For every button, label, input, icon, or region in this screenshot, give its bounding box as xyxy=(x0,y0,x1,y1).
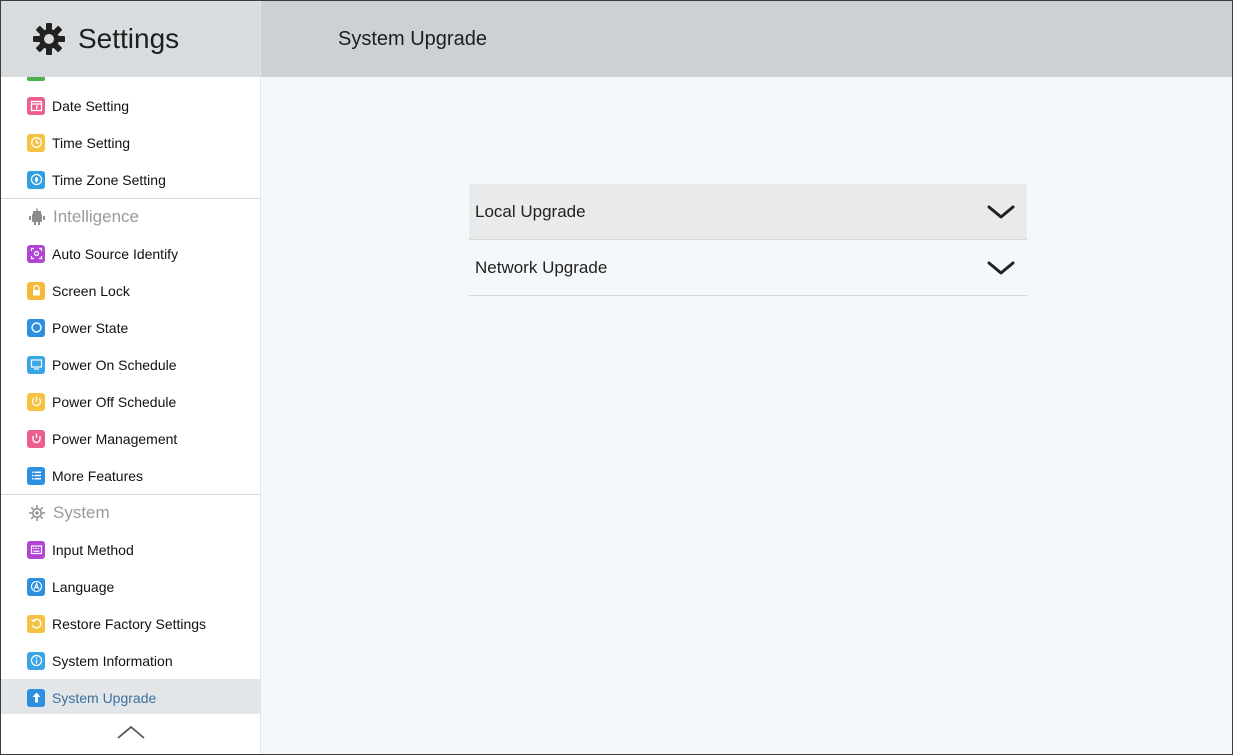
language-icon xyxy=(27,577,45,596)
sidebar-item-more-features[interactable]: More Features xyxy=(1,457,260,494)
section-label: Intelligence xyxy=(53,207,140,226)
power-icon xyxy=(27,392,45,411)
sidebar-item-label: Power Off Schedule xyxy=(52,393,177,410)
scroll-up-button[interactable] xyxy=(1,713,260,754)
sidebar-item-input-method[interactable]: Input Method xyxy=(1,531,260,568)
calendar-icon xyxy=(27,96,45,115)
app-title: Settings xyxy=(78,23,180,54)
info-icon xyxy=(27,651,45,670)
sidebar-item-label: Screen Lock xyxy=(52,282,130,299)
local-upgrade-row[interactable]: Local Upgrade xyxy=(469,184,1027,240)
local-upgrade-label: Local Upgrade xyxy=(475,201,586,221)
sidebar-item-auto-source-identify[interactable]: Auto Source Identify xyxy=(1,235,260,272)
settings-window: Settings Date Setting Time Setting Time … xyxy=(0,0,1233,755)
sidebar-item-system-upgrade[interactable]: System Upgrade xyxy=(1,679,260,716)
sidebar-item-system-information[interactable]: System Information xyxy=(1,642,260,679)
sidebar-item-label: More Features xyxy=(52,467,144,484)
upgrade-icon xyxy=(27,688,45,707)
sidebar-item-restore-factory-settings[interactable]: Restore Factory Settings xyxy=(1,605,260,642)
upgrade-options: Local Upgrade Network Upgrade xyxy=(469,184,1027,296)
chevron-down-icon xyxy=(987,260,1015,276)
list-icon xyxy=(27,466,45,485)
section-intelligence: Intelligence xyxy=(1,198,260,235)
monitor-icon xyxy=(27,355,45,374)
sidebar-item-label: Language xyxy=(52,578,115,595)
sidebar-item-language[interactable]: Language xyxy=(1,568,260,605)
chevron-up-icon xyxy=(116,724,146,745)
gear-icon xyxy=(32,22,66,56)
network-upgrade-row[interactable]: Network Upgrade xyxy=(469,240,1027,296)
sidebar-item-time-zone-setting[interactable]: Time Zone Setting xyxy=(1,161,260,198)
chevron-down-icon xyxy=(987,204,1015,220)
sidebar-item-label: Time Setting xyxy=(52,134,131,151)
sidebar-item-label: Date Setting xyxy=(52,97,130,114)
sidebar-item-label: Restore Factory Settings xyxy=(52,615,207,632)
sidebar-item-date-setting[interactable]: Date Setting xyxy=(1,87,260,124)
partial-menu-item xyxy=(1,77,260,87)
section-system: System xyxy=(1,494,260,531)
sidebar-item-power-on-schedule[interactable]: Power On Schedule xyxy=(1,346,260,383)
system-gear-icon xyxy=(27,503,47,523)
sidebar-item-power-management[interactable]: Power Management xyxy=(1,420,260,457)
network-upgrade-label: Network Upgrade xyxy=(475,257,608,277)
sidebar-item-label: Power Management xyxy=(52,430,178,447)
clock-icon xyxy=(27,133,45,152)
sidebar-item-label: Auto Source Identify xyxy=(52,245,179,262)
sidebar-item-label: System Upgrade xyxy=(52,689,157,706)
top-bar: System Upgrade xyxy=(261,1,1232,77)
sidebar-item-label: Power On Schedule xyxy=(52,356,177,373)
sidebar-item-label: Input Method xyxy=(52,541,134,558)
sidebar-list: Date Setting Time Setting Time Zone Sett… xyxy=(1,77,260,716)
keyboard-icon xyxy=(27,540,45,559)
page-title: System Upgrade xyxy=(338,27,487,50)
sidebar-item-power-off-schedule[interactable]: Power Off Schedule xyxy=(1,383,260,420)
lock-icon xyxy=(27,281,45,300)
sidebar-item-power-state[interactable]: Power State xyxy=(1,309,260,346)
sidebar-item-label: System Information xyxy=(52,652,173,669)
sidebar-item-label: Power State xyxy=(52,319,129,336)
power-plug-icon xyxy=(27,429,45,448)
section-label: System xyxy=(53,503,110,522)
location-icon xyxy=(27,170,45,189)
sidebar-header: Settings xyxy=(1,1,260,77)
restore-icon xyxy=(27,614,45,633)
power-state-icon xyxy=(27,318,45,337)
sidebar-item-screen-lock[interactable]: Screen Lock xyxy=(1,272,260,309)
sidebar-item-time-setting[interactable]: Time Setting xyxy=(1,124,260,161)
sidebar-item-label: Time Zone Setting xyxy=(52,171,166,188)
scan-icon xyxy=(27,244,45,263)
robot-icon xyxy=(27,207,47,227)
sidebar: Settings Date Setting Time Setting Time … xyxy=(1,1,261,754)
